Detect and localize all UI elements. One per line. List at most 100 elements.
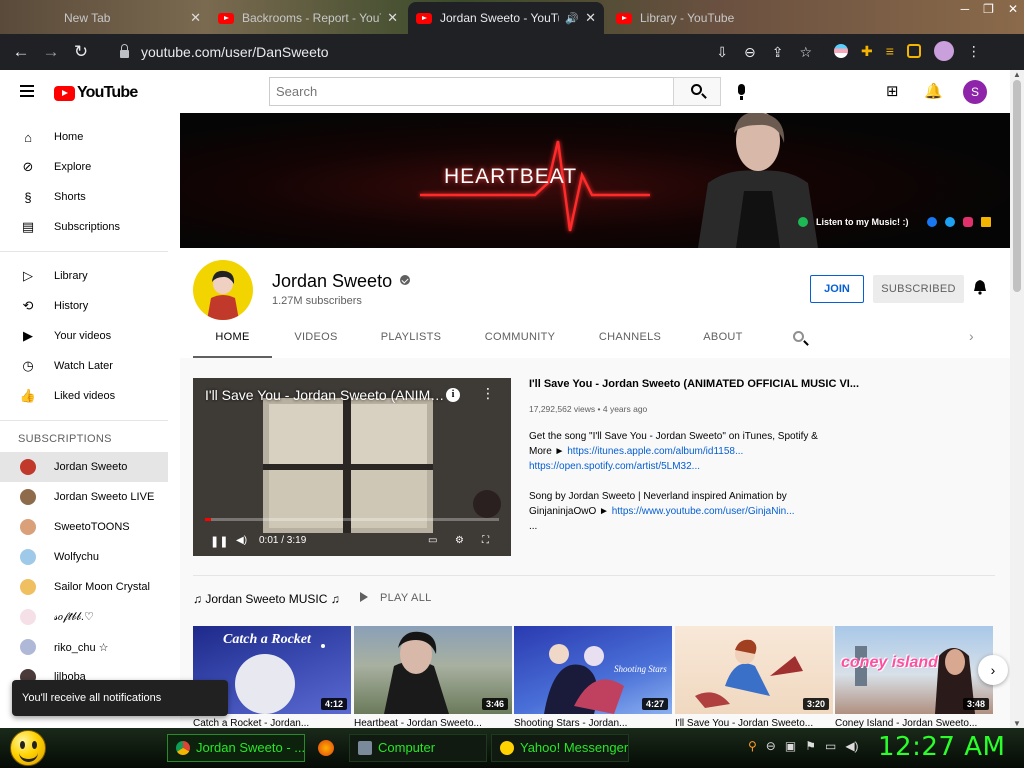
join-button[interactable]: JOIN [810, 275, 864, 303]
channel-search-icon[interactable] [793, 331, 804, 342]
close-icon[interactable]: ✕ [190, 10, 201, 26]
fullscreen-icon[interactable]: ⛶ [482, 535, 489, 546]
sidebar-item-history[interactable]: ⟲ History [0, 291, 168, 321]
tab-videos[interactable]: VIDEOS [285, 316, 347, 358]
facebook-icon[interactable] [926, 217, 937, 227]
subscription-item[interactable]: Jordan Sweeto [0, 452, 168, 482]
subscription-item[interactable]: riko_chu ☆ [0, 632, 168, 662]
sidebar-icon[interactable] [906, 44, 921, 58]
sidebar-item-shorts[interactable]: § Shorts [0, 182, 168, 212]
pause-icon[interactable]: ❚❚ [210, 535, 228, 548]
video-progress-bar[interactable] [205, 518, 499, 521]
notifications-bell-icon[interactable]: 🔔 [924, 82, 943, 100]
music-link-icon[interactable] [980, 217, 991, 227]
hamburger-menu-icon[interactable] [20, 85, 34, 97]
zoom-icon[interactable]: ⊖ [744, 44, 756, 61]
sidebar-item-explore[interactable]: ⊘ Explore [0, 152, 168, 182]
subscription-item[interactable]: Sailor Moon Crystal [0, 572, 168, 602]
video-thumbnail[interactable]: Shooting Stars 4:27 [514, 626, 672, 714]
firefox-icon[interactable] [318, 740, 334, 756]
twitter-icon[interactable] [944, 217, 955, 227]
video-caption[interactable]: Shooting Stars - Jordan... [514, 718, 672, 728]
tab-channels[interactable]: CHANNELS [591, 316, 669, 358]
microphone-icon[interactable] [738, 84, 745, 100]
more-options-icon[interactable]: ⋮ [481, 385, 495, 402]
tab-jordan-sweeto[interactable]: Jordan Sweeto - YouTube 🔊 ✕ [408, 2, 604, 34]
subscription-item[interactable]: Wolfychu [0, 542, 168, 572]
shelf-title[interactable]: ♫ Jordan Sweeto MUSIC ♫ [193, 592, 340, 606]
address-bar[interactable]: youtube.com/user/DanSweeto ⇩ ⊖ ⇪ ☆ [108, 38, 824, 66]
featured-video-player[interactable]: I'll Save You - Jordan Sweeto (ANIMATED … [193, 378, 511, 556]
share-icon[interactable]: ⇪ [772, 44, 784, 61]
sidebar-item-subscriptions[interactable]: ▤ Subscriptions [0, 212, 168, 242]
info-icon[interactable]: i [446, 388, 460, 402]
video-caption[interactable]: Heartbeat - Jordan Sweeto... [354, 718, 512, 728]
tab-new-tab[interactable]: New Tab ✕ [4, 2, 209, 34]
network-icon[interactable]: ▭ [825, 739, 836, 753]
maximize-icon[interactable]: ❐ [983, 2, 994, 16]
start-button-smiley-icon[interactable] [10, 730, 46, 766]
video-caption[interactable]: Coney Island - Jordan Sweeto... [835, 718, 993, 728]
tray-circle-icon[interactable]: ⊖ [766, 739, 776, 753]
reload-icon[interactable]: ↻ [66, 42, 96, 62]
tab-home[interactable]: HOME [193, 316, 272, 358]
spotify-link[interactable]: https://open.spotify.com/artist/5LM32... [529, 461, 700, 472]
taskbar-button-yahoo-messenger[interactable]: Yahoo! Messenger [491, 734, 629, 762]
puzzle-icon[interactable]: ✚ [861, 43, 873, 60]
instagram-icon[interactable] [962, 217, 973, 227]
tab-about[interactable]: ABOUT [698, 316, 748, 358]
page-scrollbar[interactable]: ▲ ▼ [1010, 70, 1024, 728]
video-thumbnail[interactable]: 3:20 [675, 626, 833, 714]
player-video-title[interactable]: I'll Save You - Jordan Sweeto (ANIMATED … [205, 387, 445, 403]
close-icon[interactable]: ✕ [387, 10, 398, 26]
account-avatar[interactable]: S [963, 80, 987, 104]
close-icon[interactable]: ✕ [585, 10, 596, 26]
scrollbar-thumb[interactable] [1013, 80, 1021, 292]
channel-avatar[interactable] [193, 260, 253, 320]
subscription-item[interactable]: SweetoTOONS [0, 512, 168, 542]
search-input[interactable] [269, 77, 674, 106]
video-caption[interactable]: I'll Save You - Jordan Sweeto... [675, 718, 833, 728]
play-all-button[interactable]: PLAY ALL [360, 592, 432, 604]
settings-gear-icon[interactable]: ⚙ [455, 535, 464, 546]
notification-bell-icon[interactable] [973, 279, 987, 295]
subscribed-button[interactable]: SUBSCRIBED [873, 275, 964, 303]
tab-playlists[interactable]: PLAYLISTS [373, 316, 449, 358]
sidebar-item-liked-videos[interactable]: 👍 Liked videos [0, 381, 168, 411]
subtitles-icon[interactable]: ▭ [428, 535, 437, 546]
extension-flag-icon[interactable] [834, 44, 848, 58]
taskbar-button-computer[interactable]: Computer [349, 734, 487, 762]
tab-library[interactable]: Library - YouTube [608, 2, 804, 34]
forward-arrow-icon[interactable]: → [36, 42, 66, 62]
sidebar-item-home[interactable]: ⌂ Home [0, 122, 168, 152]
back-arrow-icon[interactable]: ← [6, 42, 36, 62]
speaker-icon[interactable]: 🔊 [565, 12, 579, 25]
subscription-item[interactable]: Jordan Sweeto LIVE [0, 482, 168, 512]
minimize-icon[interactable]: ─ [961, 2, 970, 16]
tab-backrooms[interactable]: Backrooms - Report - YouTube ✕ [210, 2, 406, 34]
security-flag-icon[interactable]: ⚑ [805, 739, 816, 753]
taskbar-button-chrome[interactable]: Jordan Sweeto - ... [167, 734, 305, 762]
search-tray-icon[interactable]: ⚲ [748, 739, 757, 753]
bookmark-star-icon[interactable]: ☆ [799, 44, 812, 61]
volume-tray-icon[interactable]: ◀) [845, 739, 858, 753]
sidebar-item-watch-later[interactable]: ◷ Watch Later [0, 351, 168, 381]
sidebar-item-library[interactable]: ▷ Library [0, 261, 168, 291]
video-thumbnail[interactable]: coney island 3:48 [835, 626, 993, 714]
listen-text[interactable]: Listen to my Music! :) [816, 217, 909, 227]
animator-link[interactable]: https://www.youtube.com/user/GinjaNin... [612, 506, 795, 517]
video-caption[interactable]: Catch a Rocket - Jordan... [193, 718, 351, 728]
tab-community[interactable]: COMMUNITY [478, 316, 562, 358]
tray-app-icon[interactable]: ▣ [785, 739, 796, 753]
volume-icon[interactable]: ◀) [236, 535, 247, 546]
subscription-item[interactable]: 𝓈𝑜𝒻𝓉𝒷𝒷.♡ [0, 602, 168, 632]
shelf-next-arrow[interactable]: › [978, 655, 1008, 685]
kebab-menu-icon[interactable]: ⋮ [967, 43, 981, 60]
scroll-down-icon[interactable]: ▼ [1013, 719, 1021, 728]
scroll-up-icon[interactable]: ▲ [1013, 70, 1021, 79]
playlist-icon[interactable]: ≡ [886, 43, 894, 59]
itunes-link[interactable]: https://itunes.apple.com/album/id1158... [567, 446, 743, 457]
chevron-right-icon[interactable]: › [969, 328, 974, 344]
spotify-icon[interactable] [798, 217, 808, 227]
search-button[interactable] [673, 77, 721, 106]
